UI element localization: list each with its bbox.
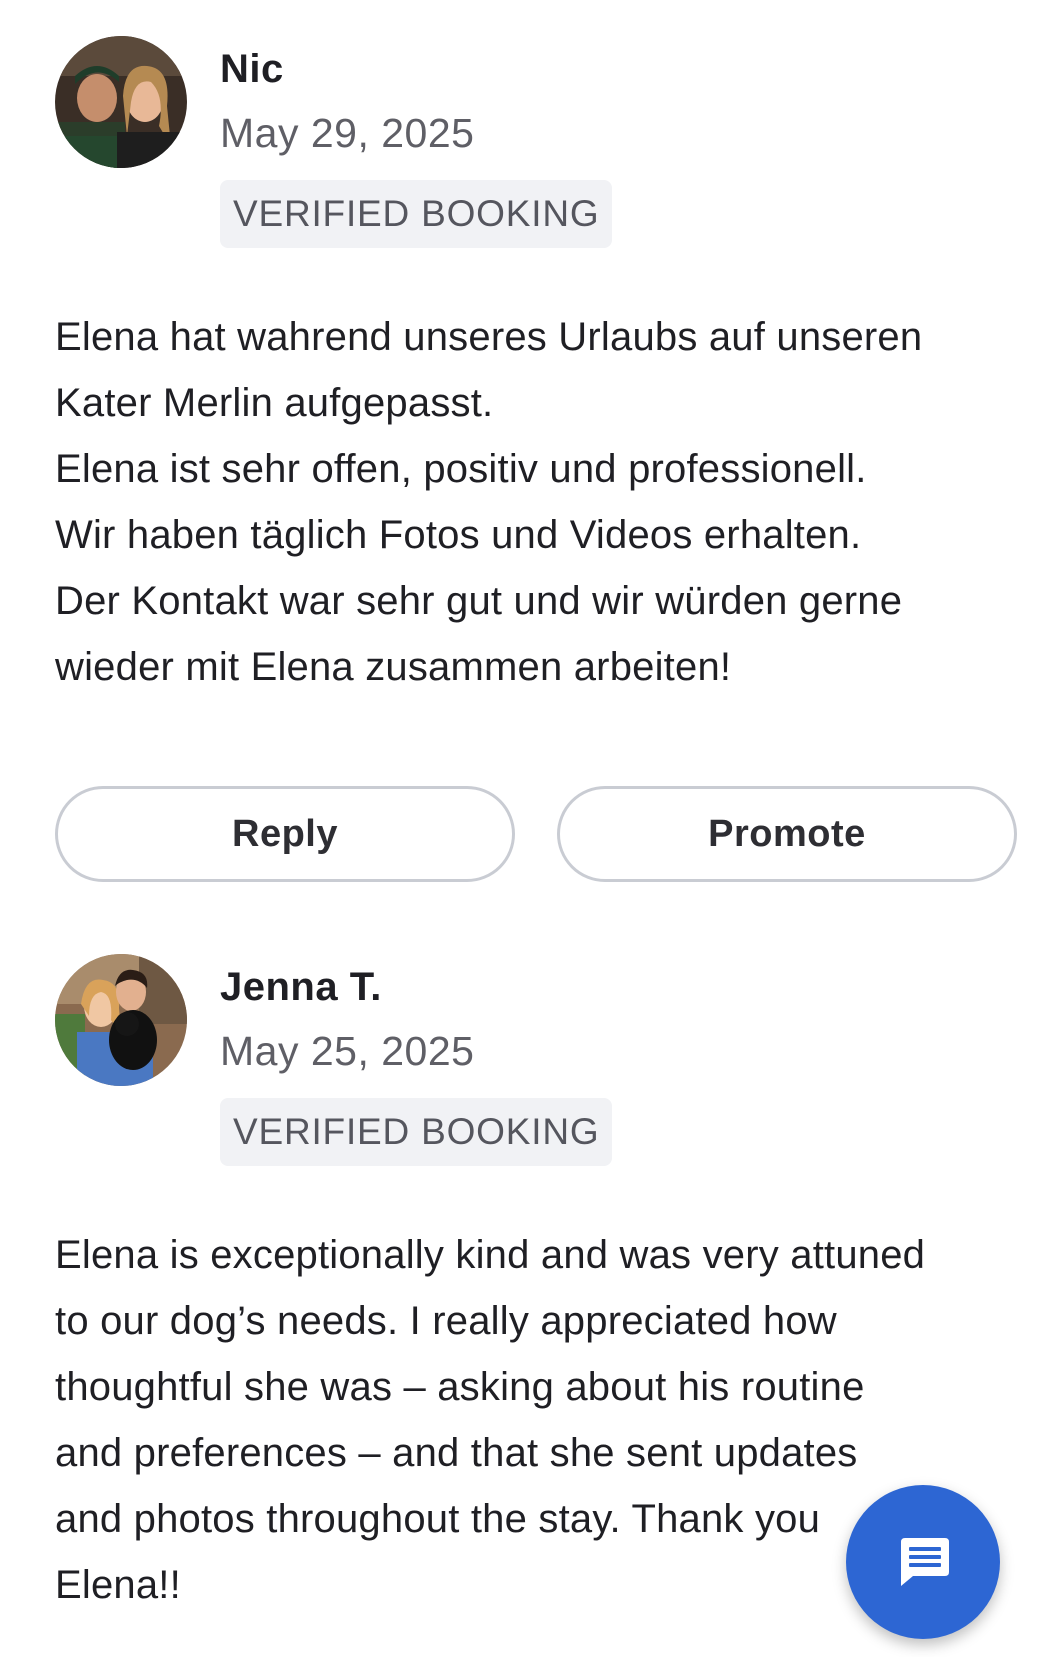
avatar[interactable] [55,954,187,1086]
review-card: Nic May 29, 2025 VERIFIED BOOKING Elena … [55,36,1015,700]
reply-button[interactable]: Reply [55,786,515,882]
chat-button[interactable] [846,1485,1000,1639]
review-header: Jenna T. May 25, 2025 VERIFIED BOOKING [55,954,1015,1168]
review-header: Nic May 29, 2025 VERIFIED BOOKING [55,36,1015,250]
verified-badge: VERIFIED BOOKING [220,1098,613,1166]
chat-icon [901,1538,949,1586]
avatar[interactable] [55,36,187,168]
review-date: May 29, 2025 [220,110,475,156]
review-actions: Reply Promote [55,786,1023,888]
review-date: May 25, 2025 [220,1028,475,1074]
avatar-photo-icon [55,954,187,1086]
promote-button[interactable]: Promote [557,786,1017,882]
reviewer-name: Nic [220,47,284,91]
reviewer-name: Jenna T. [220,965,382,1009]
review-meta: Nic May 29, 2025 VERIFIED BOOKING [220,44,613,248]
review-meta: Jenna T. May 25, 2025 VERIFIED BOOKING [220,962,613,1166]
verified-badge: VERIFIED BOOKING [220,180,613,248]
avatar-photo-icon [55,36,187,168]
review-text: Elena hat wahrend unseres Urlaubs auf un… [55,315,923,689]
